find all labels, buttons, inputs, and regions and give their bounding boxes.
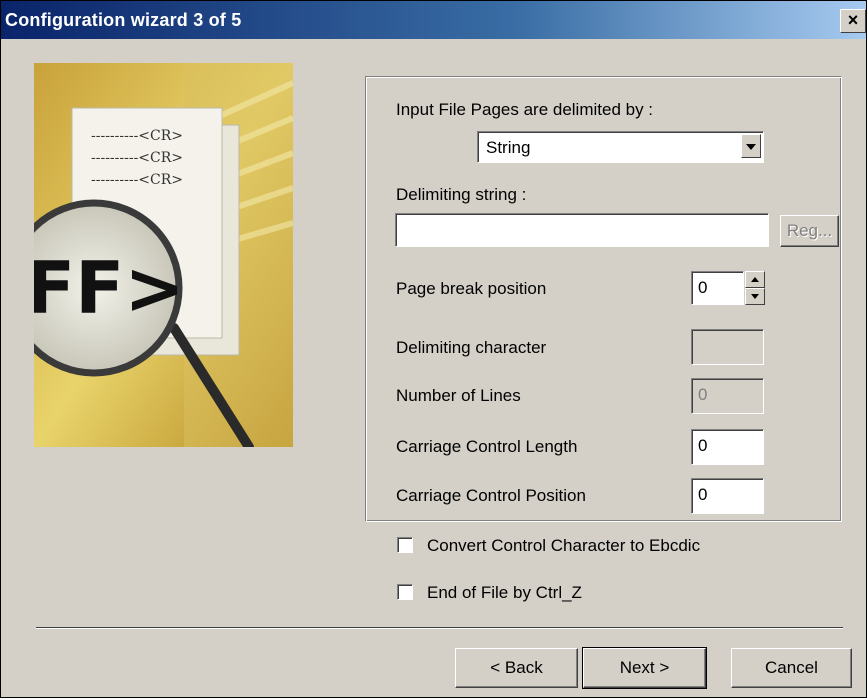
- cc-length-input[interactable]: 0: [691, 429, 764, 465]
- doc-line-1: ----------<CR>: [91, 128, 183, 144]
- window-title: Configuration wizard 3 of 5: [5, 10, 242, 30]
- title-bar: Configuration wizard 3 of 5 ×: [1, 1, 866, 39]
- spin-up-icon[interactable]: [745, 271, 765, 288]
- delimited-by-label: Input File Pages are delimited by :: [396, 100, 654, 119]
- page-break-value: 0: [698, 278, 708, 297]
- wizard-illustration: ----------<CR> ----------<CR> ----------…: [34, 63, 293, 447]
- cc-length-label: Carriage Control Length: [396, 437, 578, 456]
- ebcdic-label[interactable]: Convert Control Character to Ebcdic: [427, 536, 700, 556]
- ebcdic-checkbox[interactable]: [397, 537, 413, 553]
- cc-position-value: 0: [698, 485, 708, 504]
- cc-position-input[interactable]: 0: [691, 478, 764, 514]
- num-lines-value: 0: [698, 385, 708, 404]
- delimited-by-value: String: [486, 138, 531, 157]
- cancel-button[interactable]: Cancel: [731, 648, 852, 688]
- footer-separator: [36, 627, 843, 629]
- num-lines-label: Number of Lines: [396, 386, 521, 405]
- ctrlz-label[interactable]: End of File by Ctrl_Z: [427, 583, 582, 603]
- cc-length-value: 0: [698, 436, 708, 455]
- page-break-label: Page break position: [396, 279, 547, 298]
- doc-line-3: ----------<CR>: [91, 172, 183, 188]
- next-button-label: Next >: [619, 658, 670, 677]
- magnifier-document-image: ----------<CR> ----------<CR> ----------…: [34, 63, 293, 447]
- wizard-window: Configuration wizard 3 of 5 × ----------…: [0, 0, 867, 698]
- delimiting-char-label: Delimiting character: [396, 338, 547, 357]
- reg-button[interactable]: Reg...: [780, 215, 839, 247]
- chevron-down-icon[interactable]: [741, 134, 761, 158]
- delimiting-string-label: Delimiting string :: [396, 185, 527, 204]
- close-button[interactable]: ×: [840, 9, 866, 33]
- num-lines-input[interactable]: 0: [691, 378, 764, 414]
- delimited-by-combo[interactable]: String: [477, 131, 764, 163]
- cancel-button-label: Cancel: [765, 658, 818, 677]
- page-break-input[interactable]: 0: [691, 271, 744, 305]
- delimiting-string-input[interactable]: [395, 213, 769, 247]
- ctrlz-checkbox[interactable]: [397, 584, 413, 600]
- delimiting-char-input[interactable]: [691, 329, 764, 365]
- doc-line-2: ----------<CR>: [91, 150, 183, 166]
- ff-logo: FF>: [34, 246, 185, 330]
- reg-button-label: Reg...: [786, 221, 833, 240]
- back-button[interactable]: < Back: [455, 648, 578, 688]
- spin-down-icon[interactable]: [745, 288, 765, 305]
- cc-position-label: Carriage Control Position: [396, 486, 586, 505]
- back-button-label: < Back: [490, 658, 543, 677]
- next-button[interactable]: Next >: [582, 647, 707, 689]
- close-icon: ×: [847, 10, 859, 30]
